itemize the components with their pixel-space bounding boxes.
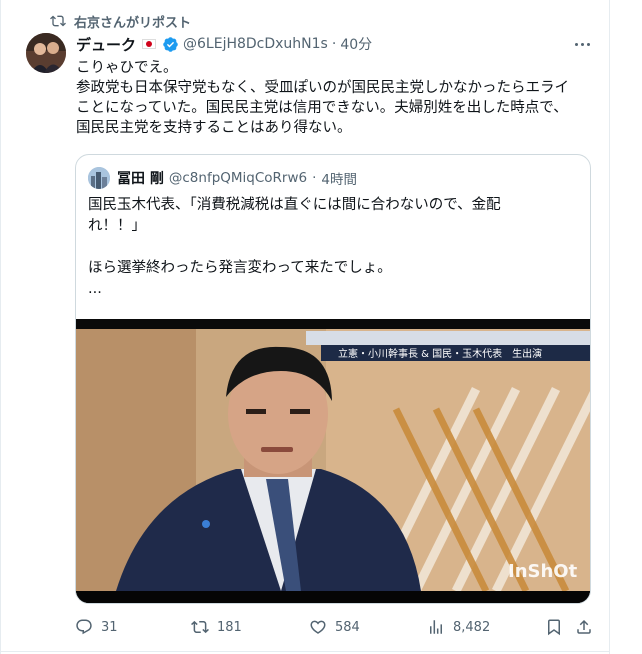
quoted-text: 国民玉木代表、「消費税減税は直ぐには間に合わないので、金配 れ！！」 ほら選挙終… — [88, 195, 568, 300]
more-options-icon[interactable] — [572, 36, 592, 52]
verified-badge-icon — [163, 36, 178, 52]
repost-label: 右京さんがリポスト — [74, 15, 192, 31]
video-watermark: InShOt — [508, 561, 578, 582]
post-time[interactable]: 40分 — [340, 34, 372, 54]
repost-count: 181 — [217, 619, 242, 635]
post-line: ことになっていた。国民民主党は信用できない。夫婦別姓を出した時点で、 — [76, 100, 568, 116]
like-count: 584 — [335, 619, 360, 635]
post-line: 参政党も日本保守党もなく、受皿ぽいのが国民民主党しかなかったらエライ — [76, 80, 569, 96]
quoted-line: ほら選挙終わったら発言変わって来たでしょ。 — [88, 260, 392, 276]
reply-icon — [76, 619, 92, 635]
quoted-author-name: 冨田 剛 — [117, 171, 164, 187]
reply-button[interactable]: 31 — [75, 618, 118, 636]
author-display-name[interactable]: デューク — [76, 34, 136, 55]
japan-flag-icon — [142, 39, 157, 49]
author-avatar[interactable] — [26, 33, 66, 73]
broadcast-caption: 立憲・小川幹事長 & 国民・玉木代表 生出演 — [338, 347, 542, 360]
action-bar: 31 181 584 8,482 — [75, 618, 595, 640]
tweet-card[interactable]: 右京さんがリポスト デューク @6LEjH8DcDxuhN1s · 40分 こり… — [0, 0, 642, 654]
repost-indicator[interactable]: 右京さんがリポスト — [50, 11, 191, 31]
bookmark-button[interactable] — [545, 618, 563, 636]
quoted-line: ... — [88, 281, 102, 297]
quoted-tweet[interactable]: 冨田 剛 @c8nfpQMiqCoRrw6 · 4時間 国民玉木代表、「消費税減… — [75, 154, 591, 604]
repost-icon — [50, 15, 66, 27]
quoted-author-handle: @c8nfpQMiqCoRrw6 — [168, 170, 308, 186]
like-button[interactable]: 584 — [309, 618, 360, 636]
post-text: こりゃひでえ。 参政党も日本保守党もなく、受皿ぽいのが国民民主党しかなかったらエ… — [76, 58, 596, 138]
views-button[interactable]: 8,482 — [427, 618, 490, 636]
heart-icon — [310, 620, 326, 634]
quoted-line: 国民玉木代表、「消費税減税は直ぐには間に合わないので、金配 — [88, 197, 501, 213]
share-icon — [577, 619, 591, 634]
quoted-author-avatar — [88, 167, 110, 189]
quoted-line: れ！！」 — [88, 218, 146, 234]
left-border — [0, 0, 1, 654]
repost-button[interactable]: 181 — [191, 618, 242, 636]
quoted-time: 4時間 — [321, 172, 357, 188]
repost-action-icon — [191, 620, 209, 634]
bookmark-icon — [548, 619, 560, 636]
header-separator: · — [331, 36, 337, 52]
post-line: 国民民主党を支持することはあり得ない。 — [76, 120, 352, 136]
bottom-divider — [0, 651, 610, 652]
share-button[interactable] — [575, 618, 593, 636]
tweet-header: デューク @6LEjH8DcDxuhN1s · 40分 — [76, 34, 372, 54]
quoted-tweet-header: 冨田 剛 @c8nfpQMiqCoRrw6 · 4時間 — [88, 167, 357, 189]
author-handle[interactable]: @6LEjH8DcDxuhN1s — [183, 36, 328, 52]
quoted-separator: · — [312, 170, 317, 186]
quoted-line-blank — [88, 237, 568, 258]
views-chart-icon — [430, 620, 442, 634]
quoted-video-thumbnail[interactable]: 立憲・小川幹事長 & 国民・玉木代表 生出演 InShOt — [76, 319, 590, 603]
view-count: 8,482 — [453, 619, 491, 635]
post-line: こりゃひでえ。 — [76, 60, 178, 76]
reply-count: 31 — [101, 619, 118, 635]
right-border — [609, 0, 610, 654]
